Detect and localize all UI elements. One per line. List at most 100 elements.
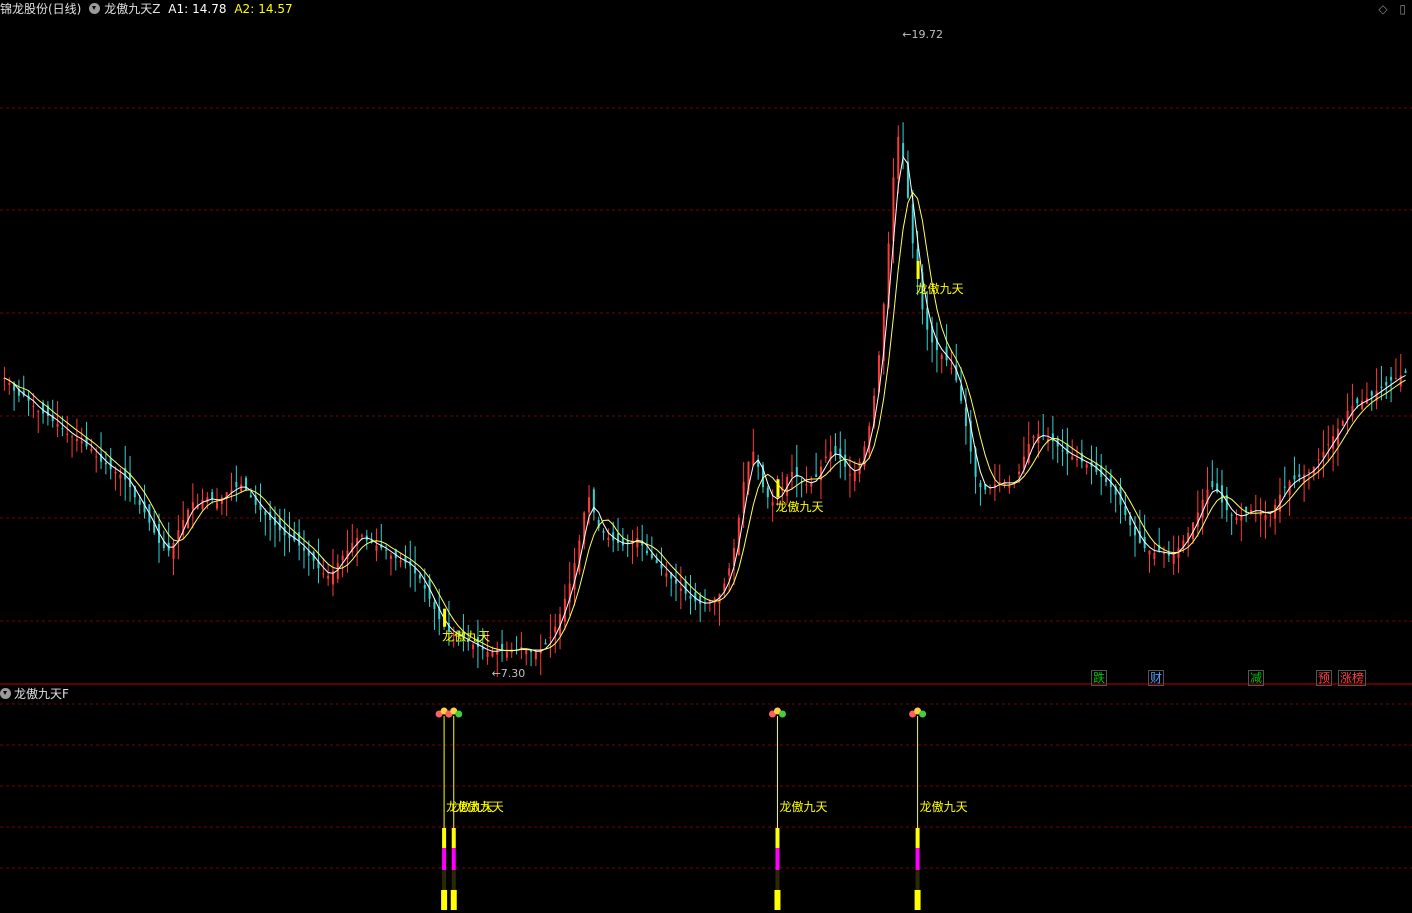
- candle-body: [206, 497, 209, 503]
- candle-body: [646, 550, 649, 554]
- candle-body: [1356, 398, 1359, 404]
- candle-body: [302, 547, 305, 551]
- candle-body: [790, 471, 793, 477]
- candle-body: [66, 433, 69, 435]
- signal-segment-base: [914, 890, 921, 910]
- signal-segment: [775, 828, 780, 848]
- candle-body: [940, 355, 943, 359]
- candle-body: [815, 474, 818, 477]
- candle-body: [1341, 421, 1344, 426]
- price-chart[interactable]: ←19.72←7.30龙傲九天龙傲九天龙傲九天龙傲九天龙傲九天 龙傲九天 龙傲九天: [0, 0, 1412, 913]
- candle-body: [708, 601, 711, 603]
- candle-body: [911, 204, 914, 244]
- candle-body: [1303, 474, 1306, 482]
- candle-body: [1134, 526, 1137, 536]
- candle-body: [418, 574, 421, 579]
- candle-body: [138, 499, 141, 505]
- status-badge[interactable]: 财: [1148, 670, 1165, 686]
- candle-body: [525, 649, 528, 655]
- candle-body: [665, 573, 668, 577]
- candle-body: [1370, 391, 1373, 396]
- candle-body: [201, 499, 204, 509]
- candle-body: [1322, 451, 1325, 458]
- candle-body: [752, 451, 755, 466]
- ma-long-line: [4, 191, 1406, 652]
- status-badge[interactable]: 预: [1316, 670, 1333, 686]
- signal-segment-base: [441, 890, 448, 910]
- candle-body: [481, 647, 484, 650]
- candle-body: [95, 456, 98, 458]
- candle-body: [472, 644, 475, 650]
- signal-label: 龙傲九天: [916, 281, 964, 296]
- candle-body: [1124, 506, 1127, 515]
- candle-body: [1148, 550, 1151, 555]
- candle-body: [554, 626, 557, 633]
- candle-body: [1105, 478, 1108, 482]
- candle-body: [177, 530, 180, 540]
- candle-body: [607, 537, 610, 540]
- candle-body: [853, 471, 856, 482]
- signal-segment-base: [450, 890, 457, 910]
- candle-body: [486, 652, 489, 657]
- candle-body: [771, 502, 774, 506]
- signal-label: 龙傲九天: [442, 629, 490, 644]
- candle-body: [834, 445, 837, 455]
- signal-segment-gap: [915, 870, 920, 890]
- candle-body: [699, 596, 702, 604]
- candle-body: [1394, 377, 1397, 380]
- sub-header: 龙傲九天F: [0, 686, 69, 702]
- candle-body: [1298, 474, 1301, 477]
- candle-body: [549, 636, 552, 639]
- signal-ball-icon: [455, 710, 463, 718]
- candle-body: [1404, 370, 1407, 373]
- candle-body: [1032, 436, 1035, 439]
- signal-bar: [443, 608, 447, 627]
- candle-body: [322, 573, 325, 575]
- signal-segment-gap: [451, 870, 456, 890]
- signal-segment-magenta: [442, 848, 447, 870]
- candle-body: [602, 530, 605, 533]
- sub-signal-label: 龙傲九天: [920, 799, 968, 814]
- candle-body: [1385, 381, 1388, 386]
- status-badge[interactable]: 涨榜: [1338, 670, 1367, 686]
- candle-body: [1163, 553, 1166, 555]
- candle-body: [655, 559, 658, 564]
- candle-body: [1230, 514, 1233, 516]
- candle-body: [945, 346, 948, 361]
- candle-body: [104, 462, 107, 465]
- candle-body: [1283, 486, 1286, 488]
- candle-body: [341, 555, 344, 561]
- candle-body: [423, 584, 426, 589]
- candle-body: [399, 560, 402, 563]
- candle-body: [216, 502, 219, 509]
- signal-segment-magenta: [775, 848, 780, 870]
- candle-body: [617, 533, 620, 543]
- candle-body: [897, 136, 900, 180]
- candle-body: [902, 143, 905, 158]
- candle-body: [742, 482, 745, 514]
- candle-body: [496, 649, 499, 655]
- candle-body: [491, 652, 494, 657]
- candle-body: [109, 458, 112, 470]
- signal-segment-magenta: [915, 848, 920, 870]
- candle-body: [1307, 471, 1310, 473]
- dropdown-icon[interactable]: [0, 688, 11, 699]
- candle-body: [839, 448, 842, 460]
- candle-body: [80, 441, 83, 444]
- status-badge[interactable]: 跌: [1091, 670, 1108, 686]
- candle-body: [433, 601, 436, 609]
- candle-body: [264, 511, 267, 515]
- candle-body: [375, 545, 378, 551]
- candle-body: [1076, 459, 1079, 461]
- candle-body: [1211, 481, 1214, 488]
- candle-body: [501, 643, 504, 650]
- candle-body: [298, 531, 301, 546]
- signal-bar: [776, 479, 780, 498]
- candle-body: [1361, 400, 1364, 410]
- candle-body: [1235, 517, 1238, 520]
- candle-body: [534, 652, 537, 660]
- sub-indicator-name[interactable]: 龙傲九天F: [14, 687, 69, 701]
- candle-body: [805, 484, 808, 486]
- status-badge[interactable]: 减: [1248, 670, 1265, 686]
- candle-body: [56, 423, 59, 427]
